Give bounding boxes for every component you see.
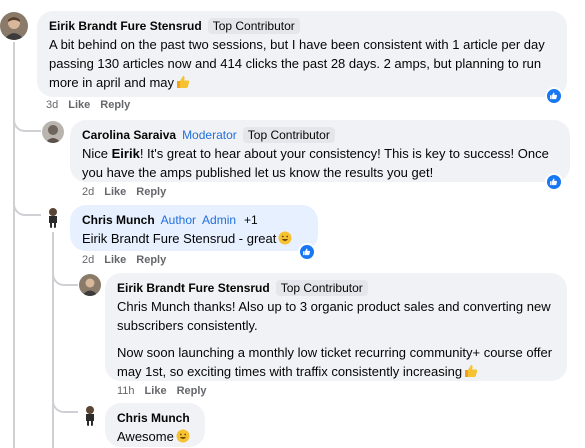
grinning-emoji-icon xyxy=(176,429,190,448)
thread-connector xyxy=(13,192,41,216)
comment-bubble: Eirik Brandt Fure Stensrud Top Contributo… xyxy=(37,11,567,97)
comment-text: Nice Eirik! It's great to hear about you… xyxy=(82,146,549,180)
thread-connector xyxy=(52,395,78,413)
top-contributor-badge: Top Contributor xyxy=(207,18,300,34)
comment-author[interactable]: Carolina Saraiva xyxy=(82,128,176,142)
grinning-emoji-icon xyxy=(278,231,292,250)
like-button[interactable]: Like xyxy=(104,186,126,198)
more-badges-count[interactable]: +1 xyxy=(244,212,258,229)
thread-connector xyxy=(13,110,41,132)
avatar[interactable] xyxy=(79,274,101,296)
comment-time[interactable]: 2d xyxy=(82,254,94,266)
comment-bubble: Chris Munch Awesome xyxy=(105,403,205,447)
avatar[interactable] xyxy=(42,121,64,143)
like-reaction-icon[interactable] xyxy=(545,87,563,105)
comment-paragraph: Now soon launching a monthly low ticket … xyxy=(117,343,555,383)
thumbs-up-emoji-icon xyxy=(176,75,190,94)
top-contributor-badge: Top Contributor xyxy=(242,127,335,143)
thumbs-up-emoji-icon xyxy=(464,364,478,383)
comment-author[interactable]: Eirik Brandt Fure Stensrud xyxy=(49,19,202,33)
moderator-label: Moderator xyxy=(182,128,237,142)
comment-time[interactable]: 11h xyxy=(117,385,135,397)
like-reaction-icon[interactable] xyxy=(298,243,316,261)
comment-text: Eirik Brandt Fure Stensrud - great xyxy=(82,229,306,250)
comment-bubble: Chris Munch Author Admin +1 Eirik Brandt Fu… xyxy=(70,205,318,251)
reply-button[interactable]: Reply xyxy=(136,254,166,266)
comment-time[interactable]: 3d xyxy=(46,99,58,111)
comment-actions: 2d Like Reply xyxy=(82,186,176,198)
reply-button[interactable]: Reply xyxy=(136,186,166,198)
author-label: Author xyxy=(160,213,197,227)
comment-author[interactable]: Eirik Brandt Fure Stensrud xyxy=(117,281,270,295)
comment-author[interactable]: Chris Munch xyxy=(82,213,155,227)
thread-line xyxy=(52,232,54,448)
comment-actions: 3d Like Reply xyxy=(46,99,140,111)
top-contributor-badge: Top Contributor xyxy=(275,280,368,296)
like-button[interactable]: Like xyxy=(68,99,90,111)
avatar[interactable] xyxy=(79,404,101,426)
comment-text: Chris Munch thanks! Also up to 3 organic… xyxy=(117,297,555,383)
comment-text: Awesome xyxy=(117,427,193,448)
comment-bubble: Carolina Saraiva Moderator Top Contributor… xyxy=(70,120,570,182)
like-button[interactable]: Like xyxy=(145,385,167,397)
comment-actions: 11h Like Reply xyxy=(117,385,217,397)
comment-actions: 2d Like Reply xyxy=(82,254,176,266)
reply-button[interactable]: Reply xyxy=(100,99,130,111)
mention-link[interactable]: Eirik xyxy=(112,146,140,161)
admin-label: Admin xyxy=(202,213,237,227)
avatar[interactable] xyxy=(0,12,28,40)
comment-bubble: Eirik Brandt Fure Stensrud Top Contributo… xyxy=(105,273,567,381)
avatar[interactable] xyxy=(42,206,64,228)
thread-connector xyxy=(52,268,78,286)
comment-text: A bit behind on the past two sessions, b… xyxy=(49,35,555,94)
like-reaction-icon[interactable] xyxy=(545,173,563,191)
comment-author[interactable]: Chris Munch xyxy=(117,411,190,425)
like-button[interactable]: Like xyxy=(104,254,126,266)
reply-button[interactable]: Reply xyxy=(177,385,207,397)
thread-line xyxy=(13,42,15,448)
comment-paragraph: Chris Munch thanks! Also up to 3 organic… xyxy=(117,299,551,333)
comment-time[interactable]: 2d xyxy=(82,186,94,198)
